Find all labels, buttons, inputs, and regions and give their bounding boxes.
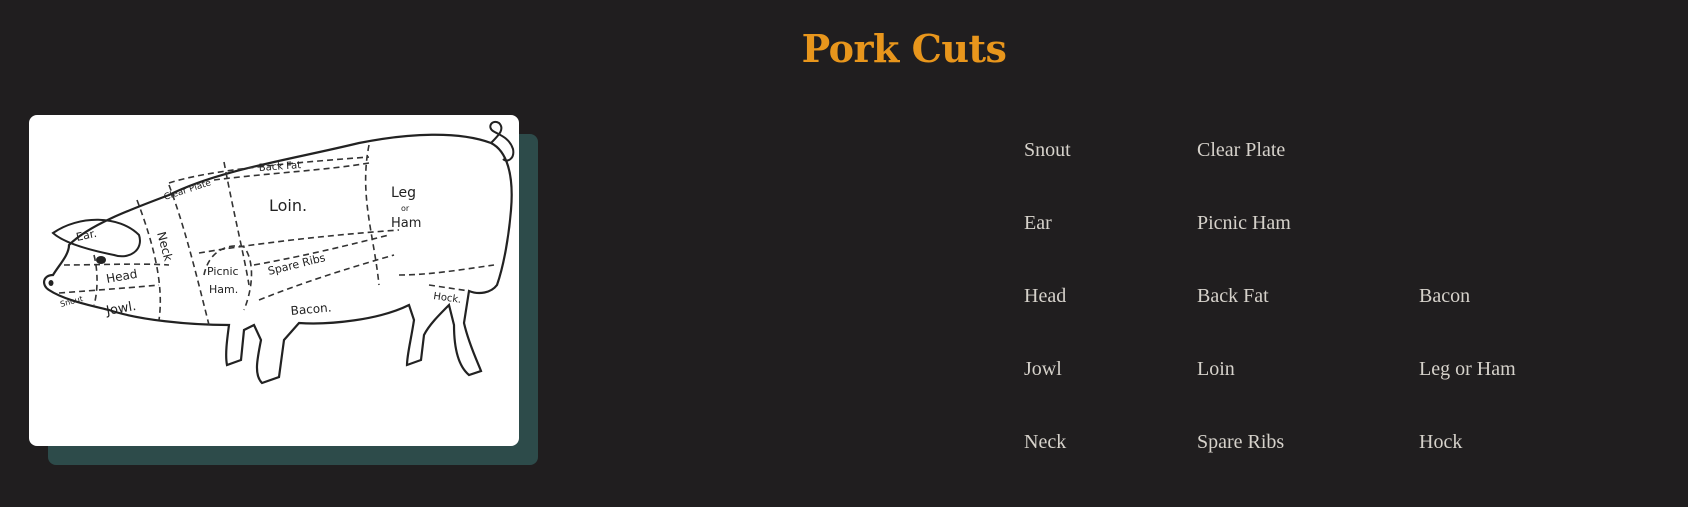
cut-link-bacon[interactable]: Bacon — [1419, 285, 1470, 308]
page-background: Pork Cuts Ear. Head Snout Jowl. Neck Cle… — [0, 0, 1688, 507]
cut-link-neck[interactable]: Neck — [1024, 431, 1066, 454]
cut-link-clear-plate[interactable]: Clear Plate — [1197, 139, 1285, 162]
cut-link-leg-or-ham[interactable]: Leg or Ham — [1419, 358, 1516, 381]
pig-tail — [489, 121, 515, 162]
diagram-label-ear: Ear. — [75, 227, 98, 244]
cut-link-ear[interactable]: Ear — [1024, 212, 1052, 235]
page-title: Pork Cuts — [801, 26, 1007, 71]
diagram-label-picnic-ham: Ham. — [209, 283, 238, 296]
diagram-label-bacon: Bacon. — [290, 300, 332, 318]
cut-link-hock[interactable]: Hock — [1419, 431, 1462, 454]
diagram-label-ham: Ham — [391, 216, 421, 231]
diagram-label-leg: Leg — [391, 185, 416, 201]
diagram-label-neck: Neck — [154, 230, 175, 263]
cut-link-back-fat[interactable]: Back Fat — [1197, 285, 1269, 308]
diagram-label-or: or — [401, 204, 410, 213]
cut-link-snout[interactable]: Snout — [1024, 139, 1071, 162]
diagram-label-spare-ribs: Spare Ribs — [267, 251, 327, 278]
cut-link-jowl[interactable]: Jowl — [1024, 358, 1062, 381]
pig-nostril — [48, 280, 54, 286]
cut-link-picnic-ham[interactable]: Picnic Ham — [1197, 212, 1291, 235]
cut-link-head[interactable]: Head — [1024, 285, 1066, 308]
diagram-label-picnic: Picnic — [207, 265, 239, 278]
pork-diagram-image: Ear. Head Snout Jowl. Neck Clear Plate B… — [29, 115, 519, 446]
cut-link-spare-ribs[interactable]: Spare Ribs — [1197, 431, 1284, 454]
diagram-label-head: Head — [105, 267, 138, 286]
diagram-label-loin: Loin. — [269, 196, 307, 215]
pig-eye — [96, 256, 106, 264]
cut-link-loin[interactable]: Loin — [1197, 358, 1235, 381]
pig-illustration: Ear. Head Snout Jowl. Neck Clear Plate B… — [43, 121, 515, 385]
diagram-label-hock: Hock. — [433, 291, 462, 306]
